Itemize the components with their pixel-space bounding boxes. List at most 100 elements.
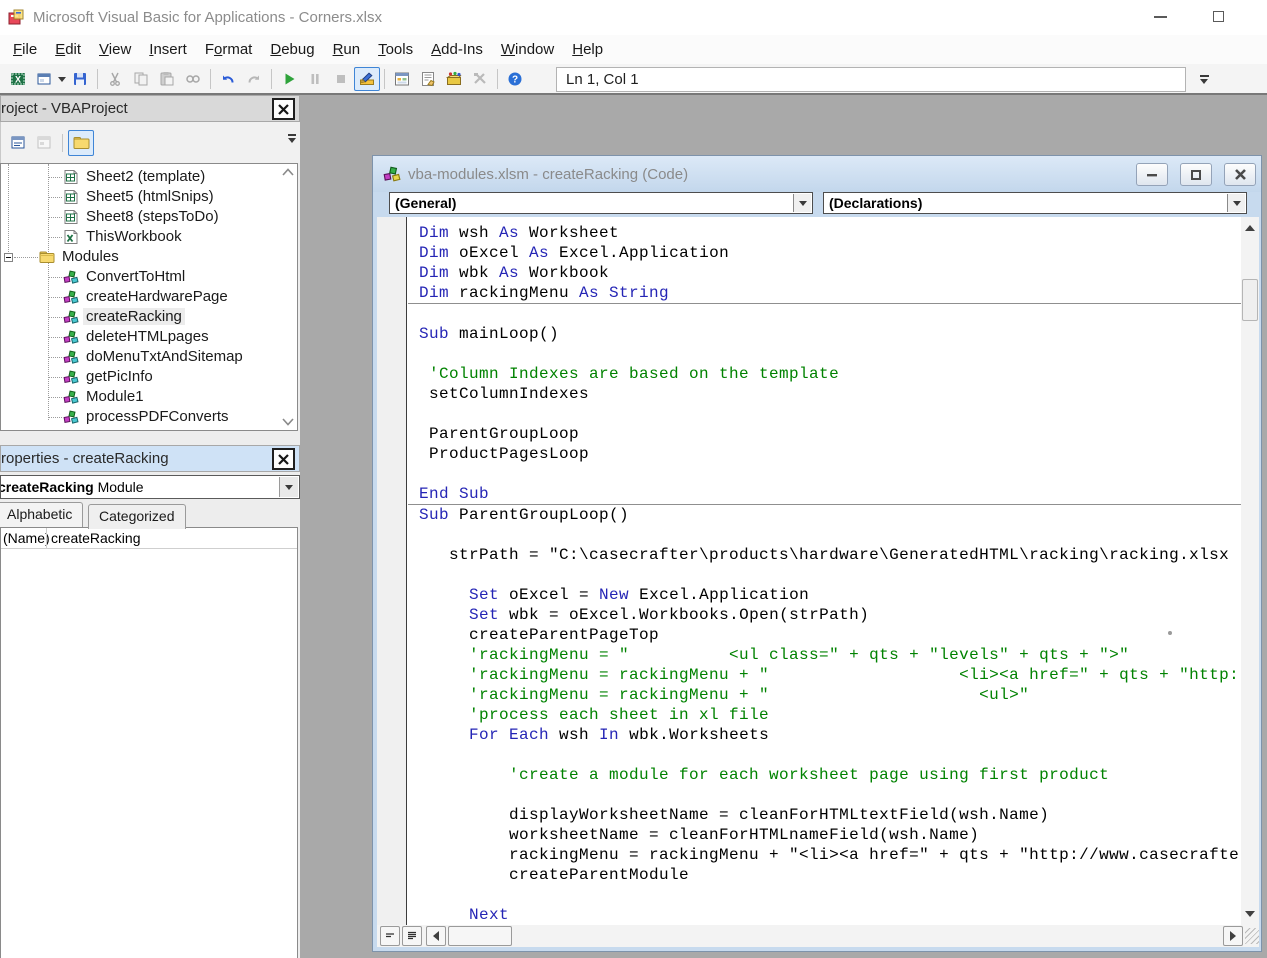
tree-item-converttohtml[interactable]: ConvertToHtml [1,267,279,287]
property-value[interactable]: createRacking [51,530,141,546]
toolbar-toolbox-button[interactable] [467,67,493,91]
tree-scroll-up-arrow[interactable] [282,168,294,176]
tree-item-deletehtmlpages[interactable]: deleteHTMLpages [1,327,279,347]
tree-item-sheet8-stepstodo[interactable]: Sheet8 (stepsToDo) [1,207,279,227]
tree-item-createhardwarepage[interactable]: createHardwarePage [1,287,279,307]
scroll-down-button[interactable] [1241,905,1259,923]
toolbar-find-button[interactable] [180,67,206,91]
toolbar-properties-window-button[interactable] [415,67,441,91]
code-line[interactable] [419,785,1241,805]
procedure-view-button[interactable] [380,926,400,946]
procedure-combobox[interactable]: (Declarations) [823,192,1247,214]
code-line[interactable]: 'rackingMenu = " <ul class=" + qts + "le… [419,645,1241,665]
combobox-dropdown-button[interactable] [793,194,811,212]
code-line[interactable]: rackingMenu = rackingMenu + "<li><a href… [419,845,1241,865]
full-module-view-button[interactable] [402,926,422,946]
code-close-button[interactable] [1224,163,1256,186]
menu-item-insert[interactable]: Insert [140,37,196,62]
code-line[interactable] [419,464,1241,484]
menu-item-window[interactable]: Window [492,37,563,62]
property-row[interactable]: (Name)createRacking [1,528,297,549]
code-line[interactable]: 'create a module for each worksheet page… [419,765,1241,785]
tree-item-sheet2-template[interactable]: Sheet2 (template) [1,167,279,187]
maximize-button[interactable] [1196,0,1240,33]
toolbar-reset-button[interactable] [328,67,354,91]
code-line[interactable]: worksheetName = cleanForHTMLnameField(ws… [419,825,1241,845]
code-line[interactable]: strPath = "C:\casecrafter\products\hardw… [419,545,1241,565]
code-line[interactable]: createParentModule [419,865,1241,885]
toolbar-redo-button[interactable] [241,67,267,91]
code-minimize-button[interactable] [1136,163,1168,186]
menu-item-view[interactable]: View [90,37,140,62]
code-restore-button[interactable] [1180,163,1212,186]
tab-alphabetic[interactable]: Alphabetic [0,502,83,527]
toolbar-save-button[interactable] [67,67,93,91]
code-line[interactable]: 'rackingMenu = rackingMenu + " <li><a hr… [419,665,1241,685]
code-line[interactable]: Next [419,905,1241,925]
tree-item-domenutxtandsitemap[interactable]: doMenuTxtAndSitemap [1,347,279,367]
tree-item-createracking[interactable]: createRacking [1,307,279,327]
toolbar-view-microsoft-excel-button[interactable]: X [5,67,31,91]
vertical-scrollbar-thumb[interactable] [1242,279,1258,321]
toolbar-options-button[interactable] [1193,67,1215,92]
toolbar-help-button[interactable]: ? [502,67,528,91]
code-window-titlebar[interactable]: vba-modules.xlsm - createRacking (Code) [373,156,1261,192]
code-line[interactable]: Set wbk = oExcel.Workbooks.Open(strPath) [419,605,1241,625]
dock-splitter[interactable] [0,433,300,445]
code-line[interactable] [419,745,1241,765]
scroll-right-button[interactable] [1223,926,1243,946]
object-combobox[interactable]: (General) [389,192,813,214]
toolbar-break-button[interactable] [302,67,328,91]
menu-item-add-ins[interactable]: Add-Ins [422,37,492,62]
menu-item-debug[interactable]: Debug [261,37,323,62]
tree-item-modules[interactable]: Modules [1,247,279,267]
code-line[interactable] [419,565,1241,585]
project-panel-titlebar[interactable]: Project - VBAProject [0,95,300,122]
code-line[interactable]: 'Column Indexes are based on the templat… [419,364,1241,384]
toolbar-project-explorer-button[interactable] [389,67,415,91]
code-line[interactable] [419,344,1241,364]
toolbar-design-mode-button[interactable] [354,67,380,91]
code-line[interactable]: End Sub [419,484,1241,504]
tree-item-thisworkbook[interactable]: ThisWorkbook [1,227,279,247]
toolbar-cut-button[interactable] [102,67,128,91]
code-line[interactable]: Dim oExcel As Excel.Application [419,243,1241,263]
properties-object-combobox[interactable]: createRacking Module [0,475,300,499]
code-line[interactable]: For Each wsh In wbk.Worksheets [419,725,1241,745]
code-line[interactable]: Dim wbk As Workbook [419,263,1241,283]
horizontal-scrollbar-thumb[interactable] [448,926,512,946]
minimize-button[interactable] [1138,0,1182,33]
code-line[interactable]: Dim rackingMenu As String [419,283,1241,303]
menu-item-run[interactable]: Run [324,37,370,62]
menu-item-format[interactable]: Format [196,37,262,62]
toolbar-undo-button[interactable] [215,67,241,91]
properties-panel-titlebar[interactable]: Properties - createRacking [0,445,300,472]
toolbar-insert-userform-button[interactable] [31,67,57,91]
code-line[interactable]: Sub mainLoop() [419,324,1241,344]
toolbar-copy-button[interactable] [128,67,154,91]
code-line[interactable] [419,304,1241,324]
view-object-button[interactable] [31,130,57,156]
code-line[interactable] [419,885,1241,905]
code-line[interactable]: 'process each sheet in xl file [419,705,1241,725]
project-panel-close-button[interactable] [272,98,295,120]
code-line[interactable]: Dim wsh As Worksheet [419,223,1241,243]
toolbar-run-sub-button[interactable] [276,67,302,91]
code-line[interactable]: ProductPagesLoop [419,444,1241,464]
properties-panel-close-button[interactable] [272,448,295,470]
tab-categorized[interactable]: Categorized [88,504,186,529]
vertical-scrollbar[interactable] [1241,217,1259,925]
combobox-dropdown-button[interactable] [279,477,298,497]
code-editor[interactable]: Dim wsh As WorksheetDim oExcel As Excel.… [408,217,1241,925]
tree-item-getpicinfo[interactable]: getPicInfo [1,367,279,387]
toggle-folders-button[interactable] [68,130,94,156]
code-line[interactable]: createParentPageTop [419,625,1241,645]
view-code-button[interactable] [5,130,31,156]
tree-scroll-down-arrow[interactable] [282,418,294,426]
tree-item-sheet5-htmlsnips[interactable]: Sheet5 (htmlSnips) [1,187,279,207]
horizontal-scrollbar[interactable] [377,925,1259,947]
code-line[interactable]: displayWorksheetName = cleanForHTMLtextF… [419,805,1241,825]
code-line[interactable]: Sub ParentGroupLoop() [419,505,1241,525]
combobox-dropdown-button[interactable] [1227,194,1245,212]
code-line[interactable] [419,525,1241,545]
